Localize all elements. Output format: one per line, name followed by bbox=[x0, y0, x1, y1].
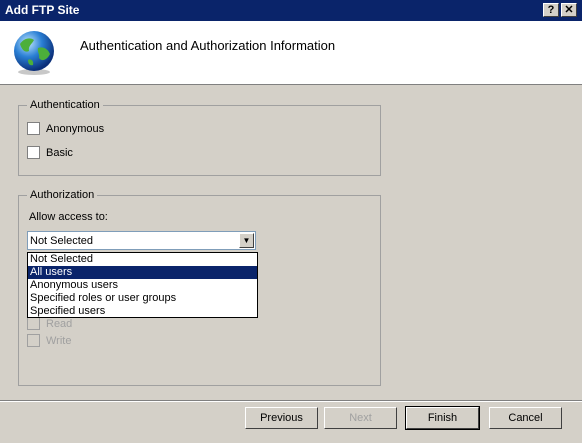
allow-access-label: Allow access to: bbox=[29, 211, 108, 223]
page-title: Authentication and Authorization Informa… bbox=[80, 38, 336, 53]
cancel-button[interactable]: Cancel bbox=[489, 407, 562, 429]
previous-button[interactable]: Previous bbox=[245, 407, 318, 429]
allow-access-combobox[interactable]: Not Selected ▼ bbox=[27, 231, 256, 250]
option-not-selected[interactable]: Not Selected bbox=[28, 253, 257, 266]
footer-divider-highlight bbox=[0, 401, 582, 402]
window-title: Add FTP Site bbox=[5, 3, 80, 17]
option-specified-roles[interactable]: Specified roles or user groups bbox=[28, 292, 257, 305]
write-checkbox[interactable] bbox=[27, 334, 40, 347]
title-bar: Add FTP Site ? ✕ bbox=[0, 0, 582, 21]
allow-access-dropdown-list: Not Selected All users Anonymous users S… bbox=[27, 252, 258, 318]
allow-access-selected-value: Not Selected bbox=[30, 235, 93, 247]
finish-button[interactable]: Finish bbox=[405, 406, 480, 430]
option-anonymous-users[interactable]: Anonymous users bbox=[28, 279, 257, 292]
authentication-group: Authentication bbox=[18, 99, 381, 176]
basic-checkbox[interactable] bbox=[27, 146, 40, 159]
write-label: Write bbox=[46, 335, 72, 347]
read-checkbox[interactable] bbox=[27, 317, 40, 330]
read-label: Read bbox=[46, 318, 73, 330]
globe-icon bbox=[14, 31, 54, 75]
dropdown-arrow-icon[interactable]: ▼ bbox=[239, 233, 254, 248]
option-all-users[interactable]: All users bbox=[28, 266, 257, 279]
close-button[interactable]: ✕ bbox=[561, 3, 577, 17]
wizard-header: Authentication and Authorization Informa… bbox=[0, 21, 582, 85]
anonymous-checkbox[interactable] bbox=[27, 122, 40, 135]
help-button[interactable]: ? bbox=[543, 3, 559, 17]
option-specified-users[interactable]: Specified users bbox=[28, 305, 257, 318]
authentication-legend: Authentication bbox=[27, 99, 103, 111]
next-button[interactable]: Next bbox=[324, 407, 397, 429]
anonymous-label: Anonymous bbox=[46, 123, 105, 135]
authorization-legend: Authorization bbox=[27, 189, 98, 201]
basic-label: Basic bbox=[46, 147, 73, 159]
